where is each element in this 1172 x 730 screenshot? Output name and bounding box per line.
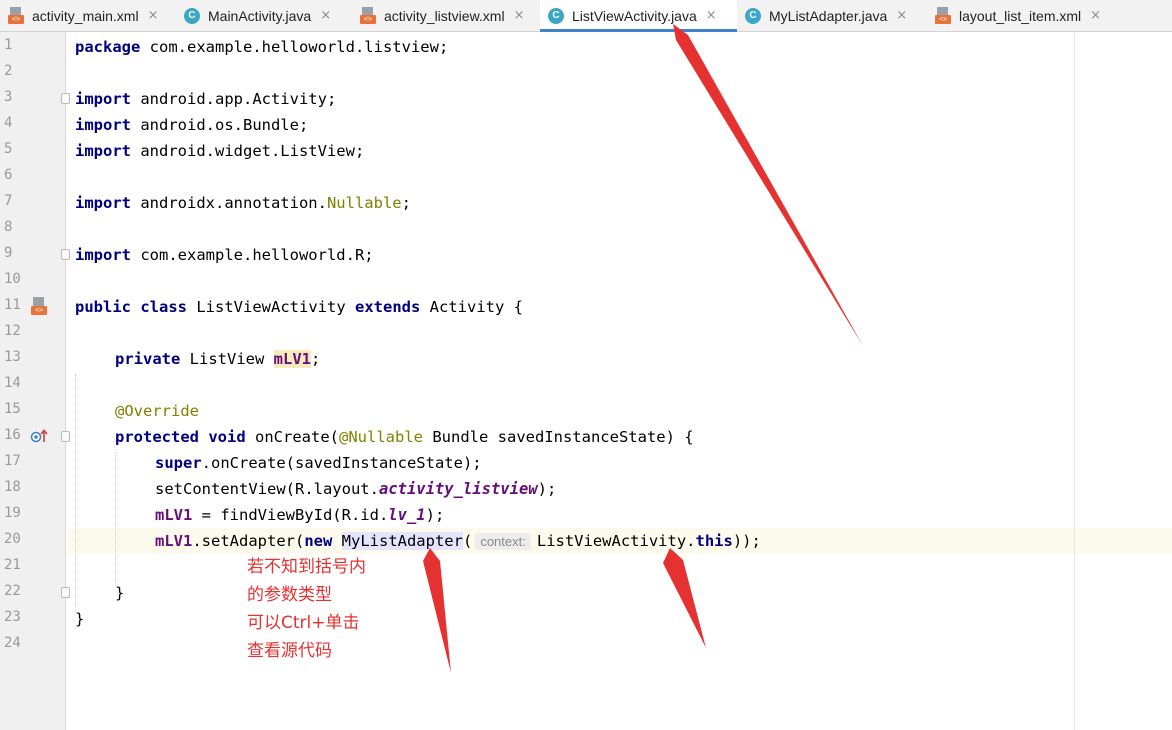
red-arrow-to-tab [673, 24, 863, 346]
annotation-arrows [423, 24, 863, 673]
red-arrow-to-class [423, 548, 451, 673]
red-arrow-to-argument [663, 548, 706, 648]
